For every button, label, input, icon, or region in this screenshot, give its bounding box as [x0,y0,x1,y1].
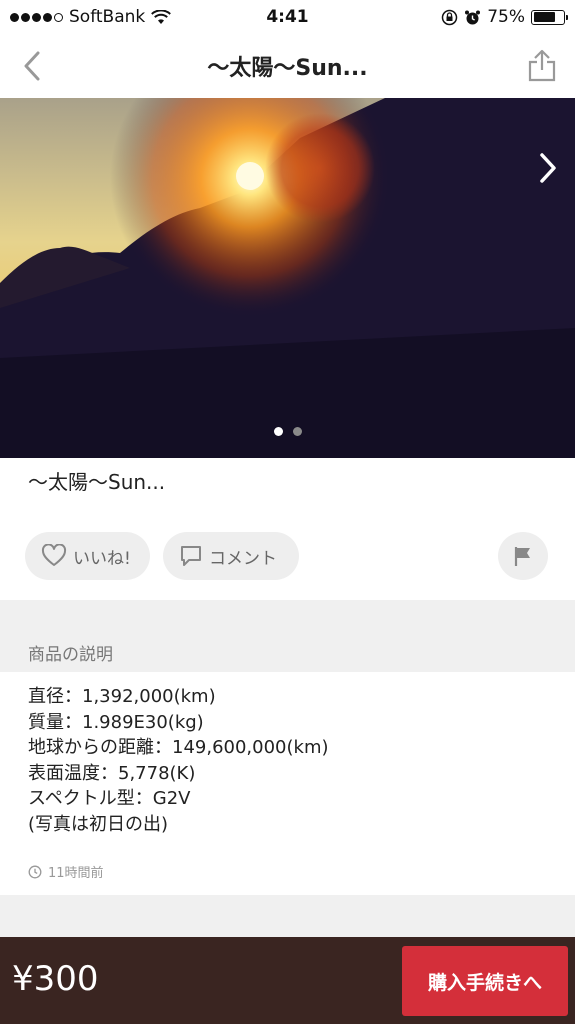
report-button[interactable] [498,532,548,580]
wifi-icon [151,9,172,24]
item-title: 〜太陽〜Sun... [28,470,166,494]
next-photo-button[interactable] [533,148,563,188]
signal-strength-icon [10,12,63,22]
share-button[interactable] [525,46,559,84]
navigation-bar: 〜太陽〜Sun... [0,34,575,98]
description-line: 地球からの距離：149,600,000(km) [28,737,329,758]
description-heading: 商品の説明 [28,645,113,665]
photo-pager[interactable] [0,427,575,436]
description-line: 直径：1,392,000(km) [28,686,216,707]
heart-icon [41,544,67,566]
share-icon [528,49,556,82]
description-body: 直径：1,392,000(km) 質量：1.989E30(kg) 地球からの距離：1… [28,684,548,837]
comment-label: コメント [209,548,277,569]
posted-time: 11時間前 [28,862,104,881]
battery-percent: 75% [487,7,525,27]
pager-dot[interactable] [292,427,302,436]
status-bar: SoftBank 4:41 75% [0,0,575,34]
description-line: 質量：1.989E30(kg) [28,711,204,733]
description-line: 表面温度：5,778(K) [28,762,196,784]
page-title: 〜太陽〜Sun... [207,56,368,81]
back-button[interactable] [16,48,48,84]
orientation-lock-icon [441,9,458,25]
purchase-button[interactable]: 購入手続きへ [402,946,568,1016]
flag-icon [514,547,530,566]
section-divider [0,895,575,937]
purchase-bar: ¥300 購入手続きへ [0,937,575,1024]
description-header: 商品の説明 [0,600,575,672]
pager-dot[interactable] [273,427,283,436]
chevron-left-icon [24,51,40,81]
like-button[interactable]: いいね! [25,532,150,580]
description-line: (写真は初日の出) [28,813,169,835]
clock-icon [28,865,42,878]
battery-icon [531,9,568,25]
sunrise-photo [0,98,575,458]
carrier-name: SoftBank [69,7,146,27]
posted-time-text: 11時間前 [48,866,104,881]
alarm-icon [465,10,481,24]
comment-icon [181,546,201,566]
battery-level [533,12,556,22]
action-row: いいね! コメント [0,528,575,584]
description-line: スペクトル型：G2V [28,788,191,809]
comment-button[interactable]: コメント [163,532,299,580]
status-left: SoftBank [10,7,172,27]
chevron-right-icon [540,153,556,183]
price: ¥300 [12,959,99,999]
product-photo[interactable] [0,98,575,458]
like-label: いいね! [73,548,131,569]
status-right: 75% [441,7,568,27]
